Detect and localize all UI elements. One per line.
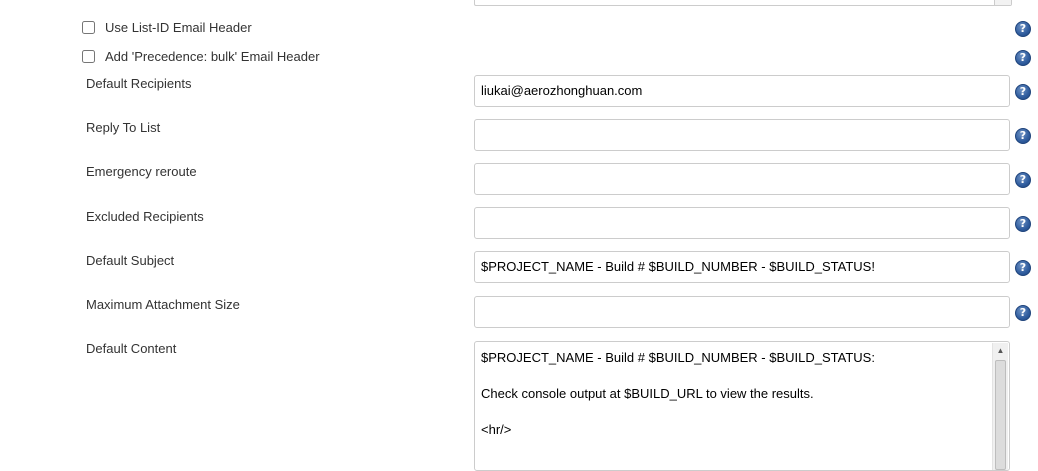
default-recipients-label: Default Recipients (86, 76, 192, 91)
default-recipients-input[interactable]: liukai@aerozhonghuan.com (474, 75, 1010, 107)
resize-handle[interactable] (994, 0, 1011, 5)
max-attachment-size-input[interactable] (474, 296, 1010, 328)
help-icon[interactable]: ? (1015, 305, 1031, 321)
emergency-reroute-input[interactable] (474, 163, 1010, 195)
previous-field[interactable] (474, 0, 1012, 6)
content-line (481, 403, 985, 421)
content-line: $PROJECT_NAME - Build # $BUILD_NUMBER - … (481, 350, 875, 365)
content-line: Check console output at $BUILD_URL to vi… (481, 386, 814, 401)
reply-to-list-label: Reply To List (86, 120, 161, 135)
default-subject-label: Default Subject (86, 253, 175, 268)
help-icon[interactable]: ? (1015, 128, 1031, 144)
use-list-id-checkbox[interactable] (82, 21, 95, 34)
help-icon[interactable]: ? (1015, 260, 1031, 276)
precedence-bulk-label: Add 'Precedence: bulk' Email Header (105, 49, 320, 64)
help-icon[interactable]: ? (1015, 172, 1031, 188)
use-list-id-row: Use List-ID Email Header (82, 20, 252, 35)
excluded-recipients-label: Excluded Recipients (86, 209, 204, 224)
excluded-recipients-input[interactable] (474, 207, 1010, 239)
help-icon[interactable]: ? (1015, 216, 1031, 232)
content-line: <hr/> (481, 422, 512, 437)
help-icon[interactable]: ? (1015, 21, 1031, 37)
help-icon[interactable]: ? (1015, 84, 1031, 100)
default-content-textarea[interactable]: $PROJECT_NAME - Build # $BUILD_NUMBER - … (474, 341, 1010, 471)
default-content-text: $PROJECT_NAME - Build # $BUILD_NUMBER - … (481, 349, 985, 439)
scrollbar-thumb[interactable] (995, 360, 1006, 470)
scroll-up-arrow-icon[interactable]: ▲ (993, 343, 1008, 358)
precedence-bulk-row: Add 'Precedence: bulk' Email Header (82, 49, 320, 64)
default-subject-input[interactable]: $PROJECT_NAME - Build # $BUILD_NUMBER - … (474, 251, 1010, 283)
help-icon[interactable]: ? (1015, 50, 1031, 66)
use-list-id-label: Use List-ID Email Header (105, 20, 252, 35)
content-line (481, 367, 985, 385)
max-attachment-size-label: Maximum Attachment Size (86, 297, 240, 312)
vertical-scrollbar[interactable]: ▲ (992, 343, 1008, 470)
emergency-reroute-label: Emergency reroute (86, 164, 197, 179)
precedence-bulk-checkbox[interactable] (82, 50, 95, 63)
reply-to-list-input[interactable] (474, 119, 1010, 151)
default-content-label: Default Content (86, 341, 177, 356)
